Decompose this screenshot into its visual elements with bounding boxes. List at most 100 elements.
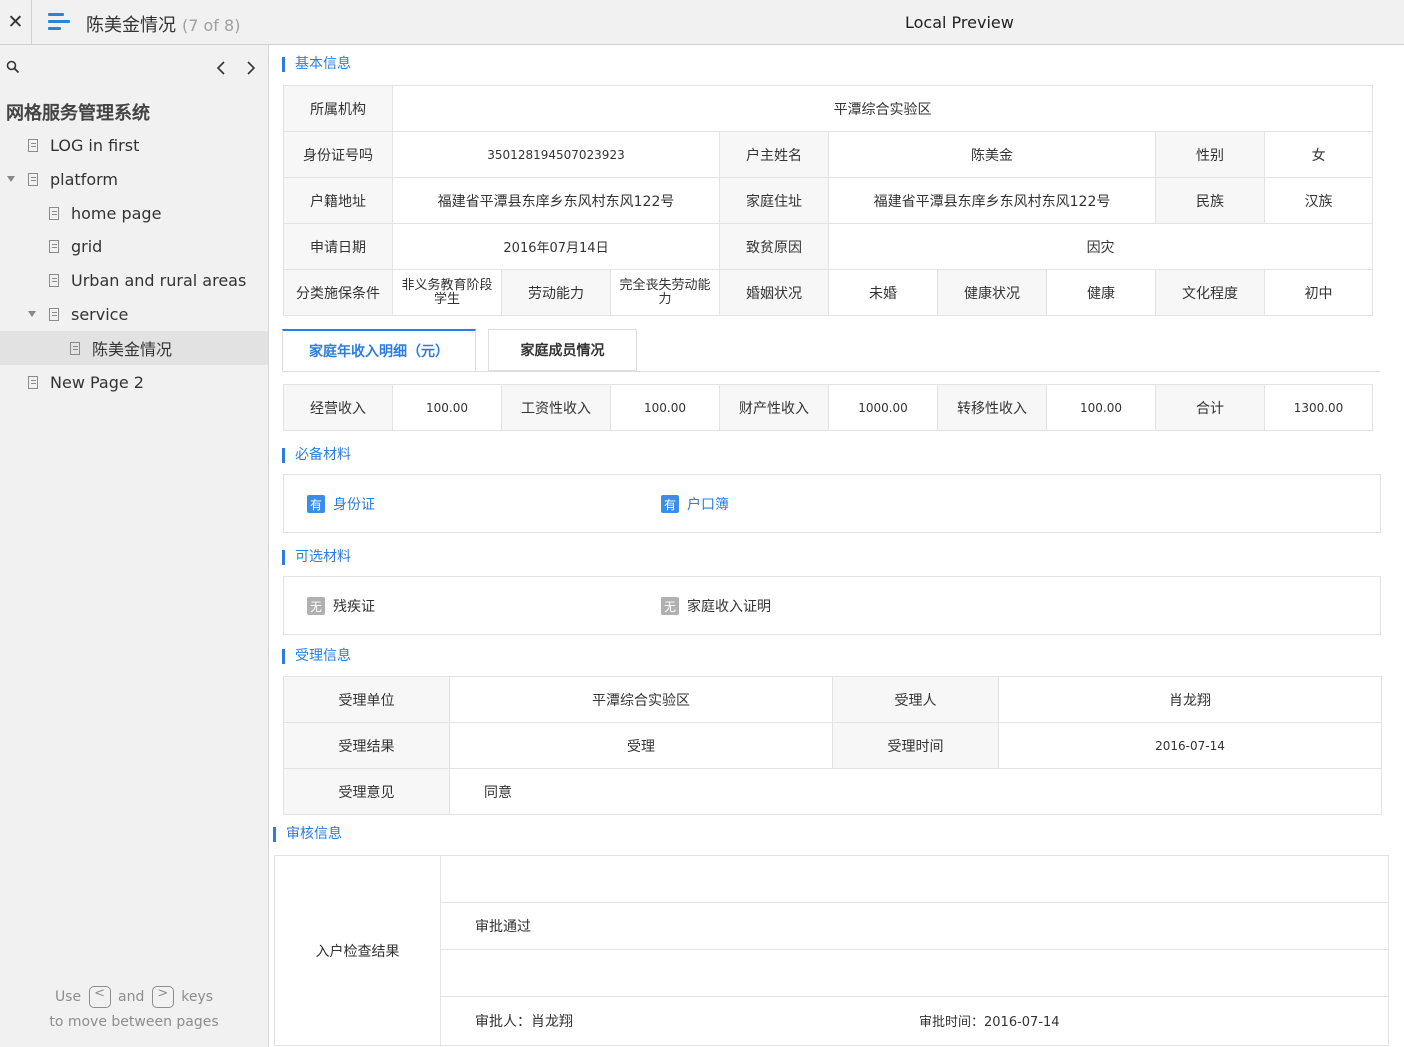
menu-icon[interactable] — [48, 13, 70, 31]
material-label: 身份证 — [333, 497, 375, 513]
accept-opinion-value: 同意 — [449, 768, 1382, 815]
material-item[interactable]: 有 身份证 — [307, 494, 375, 514]
householder-value: 陈美金 — [828, 131, 1156, 178]
material-item[interactable]: 有 户口簿 — [661, 494, 729, 514]
sidebar-item-label: LOG in first — [50, 135, 140, 155]
top-bar: ✕ 陈美金情况 (7 of 8) Local Preview — [0, 0, 1404, 45]
ethnic-value: 汉族 — [1263, 177, 1374, 224]
sidebar-item-label: grid — [71, 236, 103, 256]
property-income-label: 财产性收入 — [719, 384, 829, 431]
gender-label: 性别 — [1155, 131, 1265, 178]
accept-time-value: 2016-07-14 — [998, 722, 1382, 769]
section-basic-info: 基本信息 — [282, 57, 351, 72]
sidebar-item-chen-meijin[interactable]: 陈美金情况 — [0, 331, 268, 365]
chevron-left-icon[interactable] — [214, 59, 230, 77]
education-label: 文化程度 — [1155, 269, 1265, 316]
sidebar-item-urban-rural[interactable]: Urban and rural areas — [0, 263, 268, 297]
left-key-icon: < — [88, 986, 111, 1008]
property-income-value: 1000.00 — [828, 384, 938, 431]
huji-label: 户籍地址 — [283, 177, 393, 224]
page-icon — [49, 206, 59, 220]
material-item[interactable]: 无 家庭收入证明 — [661, 596, 771, 616]
page-title-text: 陈美金情况 — [86, 15, 176, 36]
section-review-info: 审核信息 — [273, 827, 342, 842]
apply-date-label: 申请日期 — [283, 223, 393, 270]
page-count: (7 of 8) — [182, 16, 241, 35]
page-icon — [28, 375, 38, 389]
material-item[interactable]: 无 残疾证 — [307, 596, 375, 616]
caret-down-icon[interactable] — [7, 176, 15, 182]
hint-keys: keys — [181, 989, 214, 1005]
education-value: 初中 — [1263, 269, 1374, 316]
householder-label: 户主姓名 — [719, 131, 829, 178]
health-value: 健康 — [1046, 269, 1156, 316]
org-value: 平潭综合实验区 — [391, 85, 1374, 132]
caret-down-icon[interactable] — [28, 311, 36, 317]
sidebar-item-platform[interactable]: platform — [0, 162, 268, 196]
home-address-label: 家庭住址 — [719, 177, 829, 224]
sidebar-item-label: service — [71, 304, 129, 324]
review-blank-row — [440, 855, 1389, 903]
hint-use: Use — [54, 989, 82, 1005]
home-address-value: 福建省平潭县东庠乡东风村东风122号 — [828, 177, 1156, 224]
poverty-cause-value: 因灾 — [827, 223, 1374, 270]
tab-bar: 家庭年收入明细（元） 家庭成员情况 — [282, 329, 1380, 372]
page-icon — [28, 172, 38, 186]
accept-time-label: 受理时间 — [832, 722, 999, 769]
accept-unit-value: 平潭综合实验区 — [449, 676, 833, 723]
accept-person-label: 受理人 — [832, 676, 999, 723]
review-approval-row: 审批人：肖龙翔 审批时间：2016-07-14 — [440, 996, 1389, 1046]
review-status: 审批通过 — [440, 902, 1389, 950]
has-badge-icon: 有 — [307, 495, 325, 513]
accept-result-value: 受理 — [449, 722, 833, 769]
gender-value: 女 — [1263, 131, 1374, 178]
none-badge-icon: 无 — [661, 597, 679, 615]
home-check-label: 入户检查结果 — [274, 855, 441, 1046]
sidebar-item-label: 陈美金情况 — [92, 340, 173, 359]
tab-income[interactable]: 家庭年收入明细（元） — [282, 329, 476, 371]
review-blank-row — [440, 949, 1389, 997]
material-label: 家庭收入证明 — [687, 599, 771, 615]
sidebar-item-label: platform — [50, 169, 118, 189]
accept-unit-label: 受理单位 — [283, 676, 450, 723]
sidebar-item-label: New Page 2 — [50, 372, 144, 392]
sidebar-item-login[interactable]: LOG in first — [0, 128, 268, 162]
page-title: 陈美金情况 (7 of 8) — [86, 11, 240, 37]
labor-label: 劳动能力 — [501, 269, 611, 316]
material-label: 残疾证 — [333, 599, 375, 615]
right-key-icon: > — [151, 986, 174, 1008]
transfer-income-value: 100.00 — [1046, 384, 1156, 431]
hint-and: and — [118, 989, 145, 1005]
id-label: 身份证号吗 — [283, 131, 393, 178]
category-value: 非义务教育阶段学生 — [392, 269, 502, 316]
section-required-materials: 必备材料 — [282, 448, 351, 463]
chevron-right-icon[interactable] — [243, 59, 259, 77]
page-icon — [70, 341, 80, 355]
sidebar: 网格服务管理系统 LOG in first platform home page… — [0, 45, 269, 1047]
approver: 审批人：肖龙翔 — [475, 1014, 573, 1030]
tree-root: 网格服务管理系统 — [6, 103, 150, 124]
optional-materials-box: 无 残疾证 无 家庭收入证明 — [283, 576, 1381, 635]
accept-result-label: 受理结果 — [283, 722, 450, 769]
health-label: 健康状况 — [937, 269, 1047, 316]
sidebar-item-grid[interactable]: grid — [0, 229, 268, 263]
accept-person-value: 肖龙翔 — [998, 676, 1382, 723]
search-icon[interactable] — [6, 60, 20, 74]
tab-family-members[interactable]: 家庭成员情况 — [488, 329, 637, 371]
page-icon — [49, 273, 59, 287]
page-icon — [28, 138, 38, 152]
sidebar-item-service[interactable]: service — [0, 297, 268, 331]
total-income-value: 1300.00 — [1264, 384, 1373, 431]
wage-income-value: 100.00 — [610, 384, 720, 431]
poverty-cause-label: 致贫原因 — [719, 223, 829, 270]
operating-income-value: 100.00 — [392, 384, 502, 431]
sidebar-item-new-page-2[interactable]: New Page 2 — [0, 365, 268, 399]
close-icon[interactable]: ✕ — [0, 0, 32, 44]
sidebar-item-label: Urban and rural areas — [71, 270, 247, 290]
huji-value: 福建省平潭县东庠乡东风村东风122号 — [392, 177, 720, 224]
total-income-label: 合计 — [1155, 384, 1265, 431]
sidebar-item-home-page[interactable]: home page — [0, 196, 268, 230]
marital-label: 婚姻状况 — [719, 269, 829, 316]
id-value: 350128194507023923 — [392, 131, 720, 178]
main-content: 基本信息 所属机构 平潭综合实验区 身份证号吗 3501281945070239… — [270, 45, 1404, 1047]
